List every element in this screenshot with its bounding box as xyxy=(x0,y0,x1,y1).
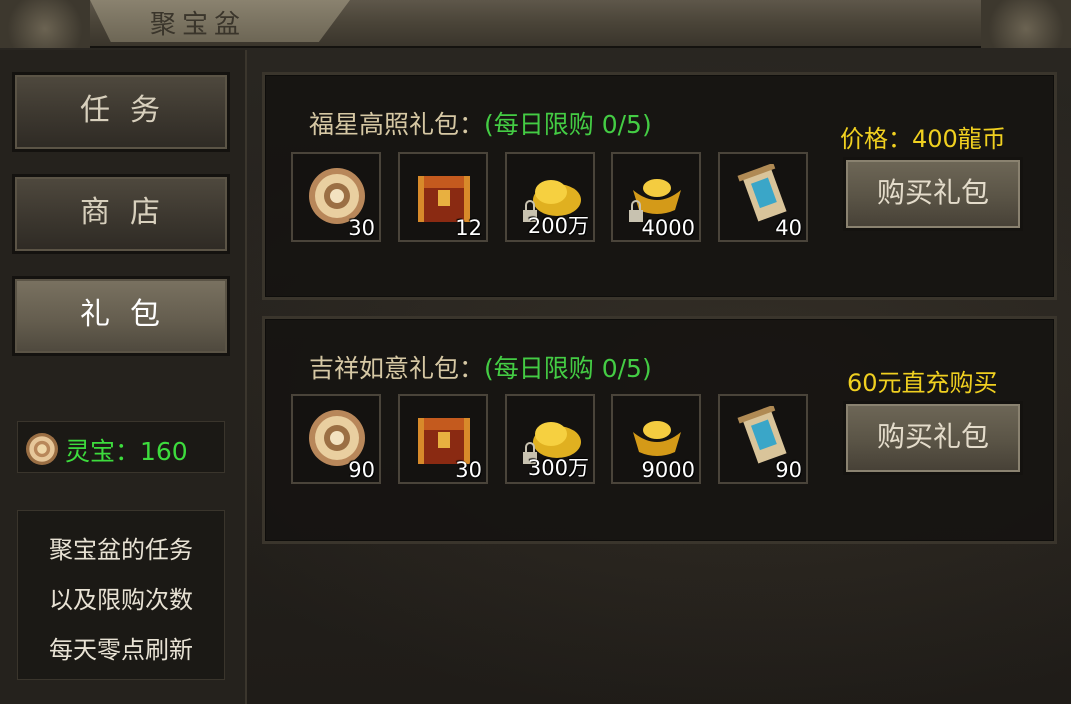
item-count: 30 xyxy=(348,216,375,240)
item-slot[interactable]: 12 xyxy=(398,152,488,242)
notice-line: 每天零点刷新 xyxy=(49,636,193,664)
pack-price: 价格：400龍币 xyxy=(840,125,1006,153)
sidebar: 任务 商店 礼包 灵宝：160 聚宝盆的任务 以及限购次数 每天零点刷新 xyxy=(0,50,247,704)
item-slot[interactable]: 90 xyxy=(291,394,381,484)
pack-name: 福星高照礼包： xyxy=(309,110,485,139)
tab-gift-packs[interactable]: 礼包 xyxy=(12,276,230,356)
lingbao-coin-icon xyxy=(26,433,58,465)
item-count: 30 xyxy=(455,458,482,482)
pack-name: 吉祥如意礼包： xyxy=(309,354,485,383)
notice-line: 以及限购次数 xyxy=(49,586,193,614)
tab-shop[interactable]: 商店 xyxy=(12,174,230,254)
item-slot[interactable]: 300万 xyxy=(505,394,595,484)
item-count: 40 xyxy=(775,216,802,240)
pack-limit: (每日限购 0/5) xyxy=(484,110,652,139)
corner-ornament-right xyxy=(981,0,1071,48)
gift-pack-panel: 吉祥如意礼包：(每日限购 0/5) 90 30 300万 9000 90 60元… xyxy=(262,316,1057,544)
game-window: 聚宝盆 任务 商店 礼包 灵宝：160 聚宝盆的任务 以及限购次数 每天零点刷新… xyxy=(0,0,1071,704)
window-title: 聚宝盆 xyxy=(150,10,247,40)
item-count: 9000 xyxy=(641,458,695,482)
currency-label: 灵宝：160 xyxy=(65,437,188,466)
notice-line: 聚宝盆的任务 xyxy=(49,536,193,564)
currency-display: 灵宝：160 xyxy=(17,421,225,473)
main-content: 福星高照礼包：(每日限购 0/5) 30 12 200万 4000 40 价格：… xyxy=(250,58,1071,704)
pack-title: 吉祥如意礼包：(每日限购 0/5) xyxy=(309,349,652,385)
item-slot[interactable]: 4000 xyxy=(611,152,701,242)
item-slot[interactable]: 90 xyxy=(718,394,808,484)
item-slot[interactable]: 30 xyxy=(398,394,488,484)
item-slot[interactable]: 40 xyxy=(718,152,808,242)
buy-pack-button[interactable]: 购买礼包 xyxy=(843,401,1023,475)
refresh-notice: 聚宝盆的任务 以及限购次数 每天零点刷新 xyxy=(17,510,225,680)
item-count: 4000 xyxy=(641,216,695,240)
corner-ornament-left xyxy=(0,0,90,48)
pack-title: 福星高照礼包：(每日限购 0/5) xyxy=(309,105,652,141)
item-count: 12 xyxy=(455,216,482,240)
item-slot[interactable]: 9000 xyxy=(611,394,701,484)
item-count: 300万 xyxy=(527,456,589,480)
item-count: 200万 xyxy=(527,214,589,238)
buy-pack-button[interactable]: 购买礼包 xyxy=(843,157,1023,231)
item-slot[interactable]: 30 xyxy=(291,152,381,242)
tab-tasks[interactable]: 任务 xyxy=(12,72,230,152)
item-count: 90 xyxy=(348,458,375,482)
pack-price: 60元直充购买 xyxy=(847,369,998,397)
item-count: 90 xyxy=(775,458,802,482)
gift-pack-panel: 福星高照礼包：(每日限购 0/5) 30 12 200万 4000 40 价格：… xyxy=(262,72,1057,300)
item-slot[interactable]: 200万 xyxy=(505,152,595,242)
title-bar: 聚宝盆 xyxy=(0,0,1071,48)
pack-limit: (每日限购 0/5) xyxy=(484,354,652,383)
